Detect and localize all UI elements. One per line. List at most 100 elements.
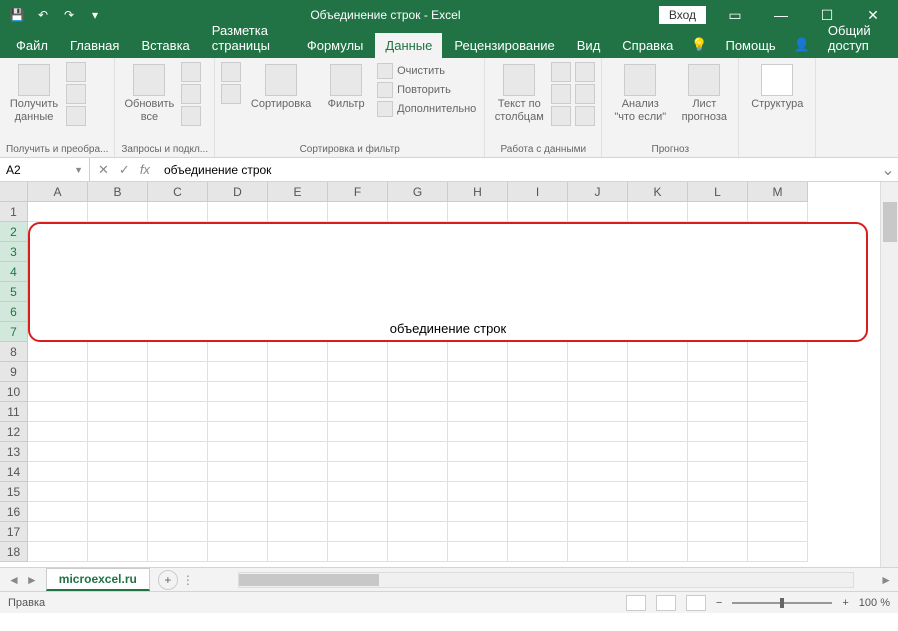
cell[interactable] <box>88 342 148 362</box>
clear-filter-button[interactable]: Очистить <box>375 62 478 80</box>
ribbon-options-icon[interactable]: ▭ <box>718 0 752 30</box>
cell[interactable] <box>28 362 88 382</box>
horizontal-scrollbar[interactable] <box>238 572 854 588</box>
cell[interactable] <box>88 362 148 382</box>
cell[interactable] <box>208 482 268 502</box>
cell[interactable] <box>568 422 628 442</box>
cell[interactable] <box>28 402 88 422</box>
cell[interactable] <box>508 362 568 382</box>
cell[interactable] <box>208 382 268 402</box>
cell[interactable] <box>508 502 568 522</box>
validation-button[interactable] <box>551 106 571 126</box>
cell[interactable] <box>448 422 508 442</box>
cell[interactable] <box>508 402 568 422</box>
cell[interactable] <box>688 342 748 362</box>
page-break-button[interactable] <box>686 595 706 611</box>
cell[interactable] <box>28 482 88 502</box>
cell[interactable] <box>328 502 388 522</box>
fx-icon[interactable]: fx <box>140 162 150 177</box>
cell[interactable] <box>28 202 88 222</box>
hscroll-right-icon[interactable]: ► <box>874 573 898 587</box>
column-header[interactable]: L <box>688 182 748 202</box>
cell[interactable] <box>148 202 208 222</box>
tell-me-icon[interactable]: 💡 <box>685 32 713 58</box>
cell[interactable] <box>688 542 748 562</box>
cell[interactable] <box>508 542 568 562</box>
expand-formula-icon[interactable]: ⌄ <box>878 160 898 180</box>
cell[interactable] <box>688 382 748 402</box>
row-header[interactable]: 7 <box>0 322 28 342</box>
cell[interactable] <box>328 202 388 222</box>
tab-insert[interactable]: Вставка <box>131 33 199 58</box>
cell[interactable] <box>628 422 688 442</box>
row-header[interactable]: 1 <box>0 202 28 222</box>
cell[interactable] <box>208 522 268 542</box>
cell[interactable] <box>568 462 628 482</box>
tab-formulas[interactable]: Формулы <box>297 33 374 58</box>
cell[interactable] <box>568 362 628 382</box>
cell[interactable] <box>28 422 88 442</box>
text-to-columns-button[interactable]: Текст по столбцам <box>491 62 547 125</box>
save-icon[interactable]: 💾 <box>8 6 26 24</box>
cell[interactable] <box>148 482 208 502</box>
reapply-button[interactable]: Повторить <box>375 81 478 99</box>
row-header[interactable]: 8 <box>0 342 28 362</box>
cell[interactable] <box>628 482 688 502</box>
cell[interactable] <box>688 482 748 502</box>
cell[interactable] <box>628 342 688 362</box>
hscroll-thumb[interactable] <box>239 574 379 586</box>
tab-file[interactable]: Файл <box>6 33 58 58</box>
cell[interactable] <box>28 542 88 562</box>
cell[interactable] <box>88 522 148 542</box>
zoom-out-icon[interactable]: − <box>716 597 722 609</box>
from-text-button[interactable] <box>66 62 86 82</box>
row-header[interactable]: 4 <box>0 262 28 282</box>
cell[interactable] <box>688 442 748 462</box>
cell[interactable] <box>88 202 148 222</box>
cell[interactable] <box>568 342 628 362</box>
cell[interactable] <box>628 502 688 522</box>
sheet-nav-prev-icon[interactable]: ◄ <box>8 573 20 587</box>
cell[interactable] <box>208 362 268 382</box>
row-header[interactable]: 10 <box>0 382 28 402</box>
forecast-sheet-button[interactable]: Лист прогноза <box>676 62 732 125</box>
column-header[interactable]: I <box>508 182 568 202</box>
cell[interactable] <box>628 402 688 422</box>
cell[interactable] <box>748 342 808 362</box>
queries-button[interactable] <box>181 62 201 82</box>
cell[interactable] <box>328 402 388 422</box>
accept-formula-icon[interactable]: ✓ <box>119 162 130 178</box>
cell[interactable] <box>748 362 808 382</box>
row-header[interactable]: 6 <box>0 302 28 322</box>
cell[interactable] <box>748 462 808 482</box>
cell[interactable] <box>328 522 388 542</box>
cell[interactable] <box>448 442 508 462</box>
cell[interactable] <box>148 442 208 462</box>
row-header[interactable]: 2 <box>0 222 28 242</box>
row-header[interactable]: 3 <box>0 242 28 262</box>
cell[interactable] <box>148 362 208 382</box>
sheet-tab[interactable]: microexcel.ru <box>46 568 150 591</box>
cell[interactable] <box>328 442 388 462</box>
cell[interactable] <box>448 362 508 382</box>
cell[interactable] <box>568 402 628 422</box>
cell[interactable] <box>748 522 808 542</box>
cell[interactable] <box>688 202 748 222</box>
cell[interactable] <box>448 382 508 402</box>
cell[interactable] <box>28 382 88 402</box>
cell[interactable] <box>448 402 508 422</box>
tab-help[interactable]: Справка <box>612 33 683 58</box>
row-header[interactable]: 12 <box>0 422 28 442</box>
row-header[interactable]: 17 <box>0 522 28 542</box>
cell[interactable] <box>88 462 148 482</box>
cell[interactable] <box>748 202 808 222</box>
edit-links-button[interactable] <box>181 106 201 126</box>
cell[interactable] <box>628 542 688 562</box>
properties-button[interactable] <box>181 84 201 104</box>
cell[interactable] <box>388 482 448 502</box>
column-header[interactable]: D <box>208 182 268 202</box>
tab-share[interactable]: Общий доступ <box>818 18 892 58</box>
cell[interactable] <box>388 502 448 522</box>
cell[interactable] <box>508 202 568 222</box>
vscroll-thumb[interactable] <box>883 202 897 242</box>
